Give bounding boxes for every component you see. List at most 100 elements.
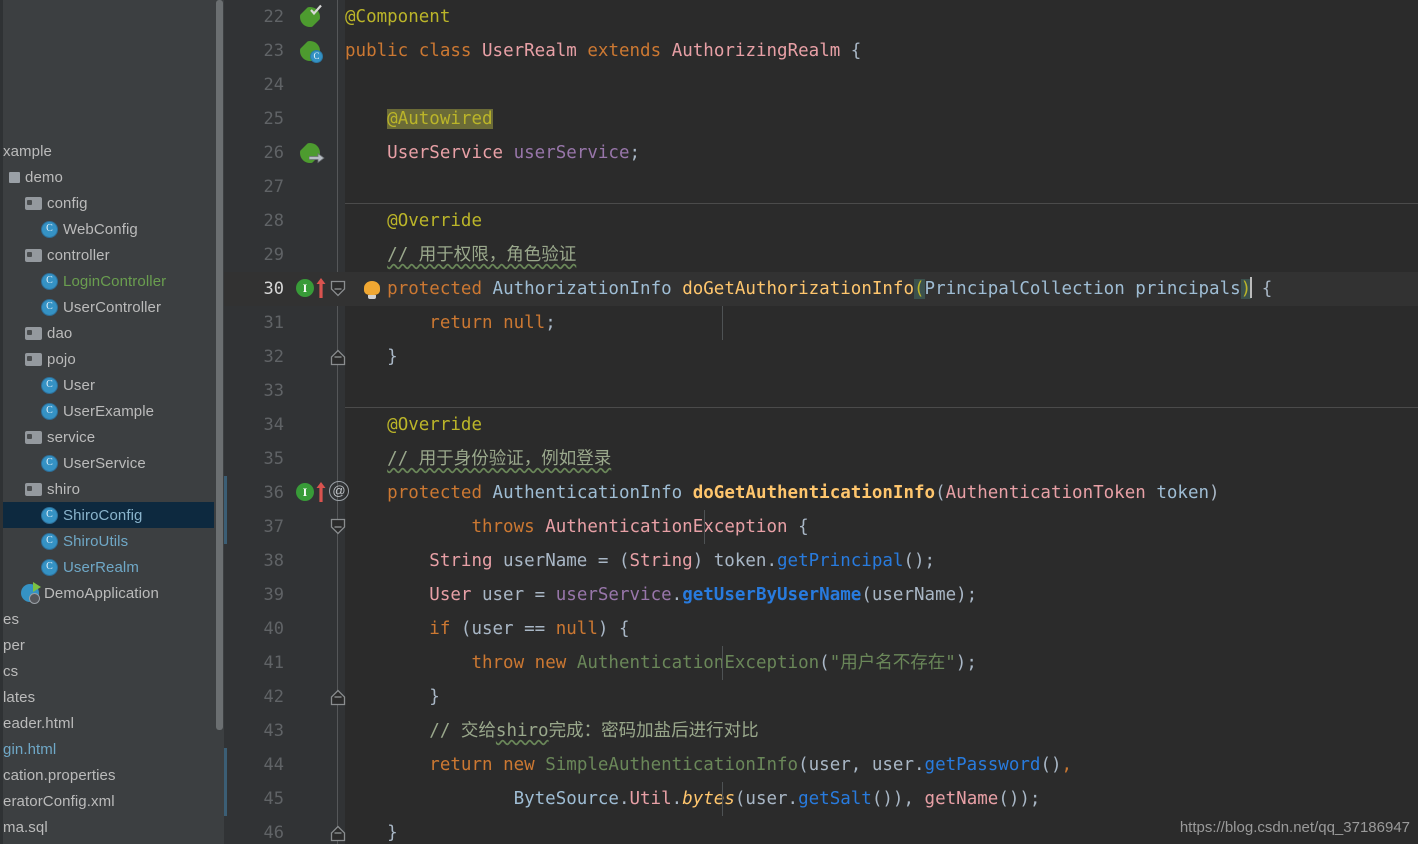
- tree-item-webconfig[interactable]: C WebConfig: [3, 216, 224, 242]
- code-line[interactable]: throws AuthenticationException {: [345, 510, 808, 544]
- implementing-method-gutter-icon[interactable]: I: [296, 481, 332, 505]
- tree-item-label: eratorConfig.xml: [3, 792, 115, 810]
- project-tree-scrollbar-thumb[interactable]: [216, 0, 223, 730]
- tree-item-label: service: [47, 428, 96, 446]
- line-number[interactable]: 24: [224, 68, 284, 102]
- tree-item-cation-properties[interactable]: cation.properties: [3, 762, 224, 788]
- line-number[interactable]: 42: [224, 680, 284, 714]
- implementing-method-gutter-icon[interactable]: I: [296, 277, 332, 301]
- line-number[interactable]: 44: [224, 748, 284, 782]
- tree-item-lates[interactable]: lates: [3, 684, 224, 710]
- tree-item-pojo[interactable]: pojo: [3, 346, 224, 372]
- line-number[interactable]: 39: [224, 578, 284, 612]
- line-number[interactable]: 46: [224, 816, 284, 844]
- intention-bulb-icon[interactable]: [364, 281, 380, 299]
- line-number[interactable]: 27: [224, 170, 284, 204]
- code-line[interactable]: if (user == null) {: [345, 612, 629, 646]
- line-number[interactable]: 38: [224, 544, 284, 578]
- code-line[interactable]: @Autowired: [345, 102, 493, 136]
- code-line[interactable]: protected AuthenticationInfo doGetAuthen…: [345, 476, 1219, 510]
- code-line[interactable]: @Override: [345, 204, 482, 238]
- code-line[interactable]: String userName = (String) token.getPrin…: [345, 544, 935, 578]
- line-number[interactable]: 41: [224, 646, 284, 680]
- line-number[interactable]: 28: [224, 204, 284, 238]
- tree-item-service[interactable]: service: [3, 424, 224, 450]
- annotation-gutter-icon[interactable]: @: [329, 481, 349, 501]
- line-number[interactable]: 23: [224, 34, 284, 68]
- project-tree[interactable]: xample demo config C WebConfig controller C Log…: [3, 138, 224, 840]
- tree-item-es[interactable]: es: [3, 606, 224, 632]
- line-number[interactable]: 29: [224, 238, 284, 272]
- code-line[interactable]: // 交给shiro完成：密码加盐后进行对比: [345, 714, 758, 748]
- code-line[interactable]: }: [345, 816, 398, 844]
- folder-icon: [25, 248, 42, 262]
- tree-item-shiroutils[interactable]: C ShiroUtils: [3, 528, 224, 554]
- tree-item-userexample[interactable]: C UserExample: [3, 398, 224, 424]
- tree-item-per[interactable]: per: [3, 632, 224, 658]
- project-tree-scrollbar-track[interactable]: [214, 0, 224, 844]
- tree-item-ma-sql[interactable]: ma.sql: [3, 814, 224, 840]
- indent-guide: [722, 306, 723, 340]
- tree-item-label: shiro: [47, 480, 81, 498]
- line-number[interactable]: 22: [224, 0, 284, 34]
- code-line[interactable]: UserService userService;: [345, 136, 640, 170]
- tree-item-gin-html[interactable]: gin.html: [3, 736, 224, 762]
- tree-item-userrealm[interactable]: C UserRealm: [3, 554, 224, 580]
- line-number[interactable]: 30: [224, 272, 284, 306]
- tree-item-user[interactable]: C User: [3, 372, 224, 398]
- code-line[interactable]: User user = userService.getUserByUserNam…: [345, 578, 977, 612]
- tree-item-config[interactable]: config: [3, 190, 224, 216]
- tree-item-shiro[interactable]: shiro: [3, 476, 224, 502]
- spring-bean-gutter-icon[interactable]: [300, 143, 325, 164]
- code-line[interactable]: return new SimpleAuthenticationInfo(user…: [345, 748, 1072, 782]
- fold-region-start-icon[interactable]: [330, 518, 346, 536]
- code-line[interactable]: // 用于权限，角色验证: [345, 238, 576, 272]
- line-number[interactable]: 40: [224, 612, 284, 646]
- tree-item-label: UserExample: [63, 402, 155, 420]
- code-line[interactable]: }: [345, 340, 398, 374]
- line-number[interactable]: 32: [224, 340, 284, 374]
- lightbulb-glyph[interactable]: [364, 281, 380, 299]
- spring-bean-gutter-icon[interactable]: C: [300, 41, 323, 63]
- line-number[interactable]: 25: [224, 102, 284, 136]
- tree-item-demoapplication[interactable]: DemoApplication: [3, 580, 224, 606]
- line-number[interactable]: 35: [224, 442, 284, 476]
- tree-item-dao[interactable]: dao: [3, 320, 224, 346]
- code-line[interactable]: @Override: [345, 408, 482, 442]
- line-number[interactable]: 45: [224, 782, 284, 816]
- java-class-icon: C: [41, 272, 58, 290]
- fold-region-start-icon[interactable]: [330, 280, 346, 298]
- code-line[interactable]: protected AuthorizationInfo doGetAuthori…: [345, 272, 1272, 306]
- tree-item-label: WebConfig: [63, 220, 138, 238]
- code-line[interactable]: throw new AuthenticationException("用户名不存…: [345, 646, 976, 680]
- code-line[interactable]: public class UserRealm extends Authorizi…: [345, 34, 861, 68]
- line-number[interactable]: 36: [224, 476, 284, 510]
- project-tool-window[interactable]: xample demo config C WebConfig controller C Log…: [3, 0, 224, 844]
- line-number[interactable]: 34: [224, 408, 284, 442]
- line-number[interactable]: 26: [224, 136, 284, 170]
- fold-region-end-icon[interactable]: [330, 824, 346, 842]
- code-line[interactable]: ByteSource.Util.bytes(user.getSalt()), g…: [345, 782, 1041, 816]
- tree-item-logincontroller[interactable]: C LoginController: [3, 268, 224, 294]
- code-line[interactable]: }: [345, 680, 440, 714]
- line-number[interactable]: 43: [224, 714, 284, 748]
- line-number[interactable]: 33: [224, 374, 284, 408]
- tree-item-demo[interactable]: demo: [3, 164, 224, 190]
- code-line[interactable]: @Component: [345, 0, 450, 34]
- code-line[interactable]: // 用于身份验证，例如登录: [345, 442, 611, 476]
- spring-bean-gutter-icon[interactable]: [300, 4, 322, 27]
- tree-item-eratorconfig-xml[interactable]: eratorConfig.xml: [3, 788, 224, 814]
- tree-item-controller[interactable]: controller: [3, 242, 224, 268]
- fold-region-end-icon[interactable]: [330, 688, 346, 706]
- fold-region-end-icon[interactable]: [330, 348, 346, 366]
- line-number[interactable]: 31: [224, 306, 284, 340]
- tree-item-userservice[interactable]: C UserService: [3, 450, 224, 476]
- tree-item-shiroconfig[interactable]: C ShiroConfig: [3, 502, 224, 528]
- code-line[interactable]: return null;: [345, 306, 555, 340]
- tree-item-cs[interactable]: cs: [3, 658, 224, 684]
- tree-item-xample[interactable]: xample: [3, 138, 224, 164]
- code-editor[interactable]: 22 23 24 25 26 27 28 29 30 31 32 33 34 35 36 37 38 39 40 41…: [224, 0, 1418, 844]
- tree-item-usercontroller[interactable]: C UserController: [3, 294, 224, 320]
- tree-item-eader-html[interactable]: eader.html: [3, 710, 224, 736]
- line-number[interactable]: 37: [224, 510, 284, 544]
